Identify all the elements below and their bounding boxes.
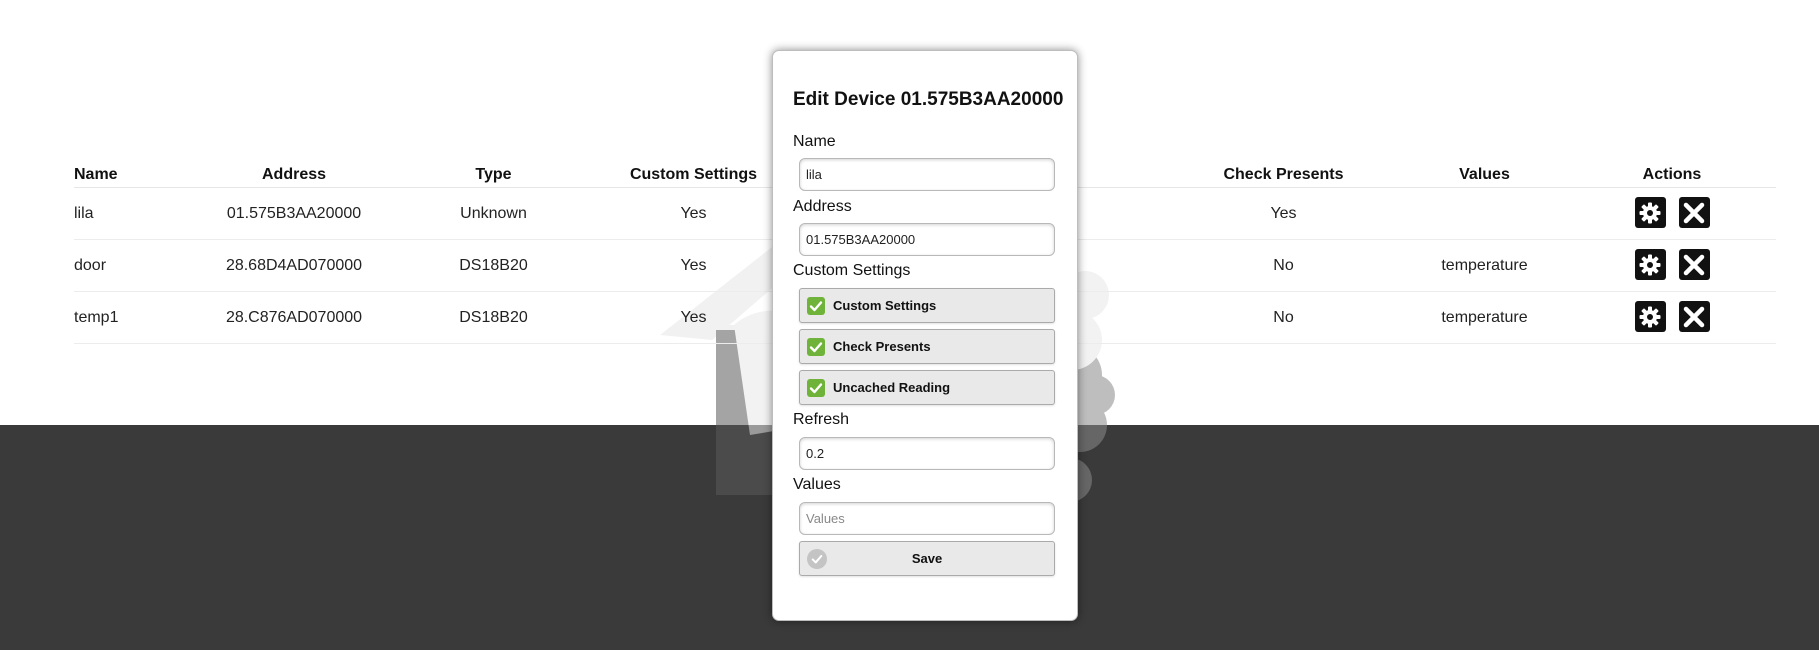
- cell-actions: [1568, 187, 1776, 240]
- uncached-reading-checkbox[interactable]: Uncached Reading: [799, 370, 1055, 405]
- edit-device-button[interactable]: [1634, 301, 1666, 333]
- close-icon: [1683, 306, 1705, 327]
- checkbox-checked-icon: [807, 296, 825, 315]
- save-button[interactable]: Save: [799, 541, 1055, 576]
- cell-type: DS18B20: [426, 239, 561, 292]
- check-presents-checkbox[interactable]: Check Presents: [799, 329, 1055, 364]
- edit-device-button[interactable]: [1634, 249, 1666, 281]
- gear-icon: [1639, 202, 1661, 224]
- delete-device-button[interactable]: [1678, 249, 1710, 281]
- header-type: Type: [426, 162, 561, 188]
- cell-check-presents: Yes: [1166, 187, 1401, 240]
- gear-icon: [1639, 306, 1661, 328]
- gear-icon: [1639, 254, 1661, 276]
- custom-settings-label: Custom Settings: [793, 262, 911, 279]
- checkbox-label: Uncached Reading: [833, 380, 951, 395]
- cell-actions: [1568, 239, 1776, 292]
- refresh-input[interactable]: [799, 437, 1055, 470]
- name-label: Name: [793, 133, 836, 150]
- header-check-presents: Check Presents: [1166, 162, 1401, 188]
- values-input[interactable]: [799, 502, 1055, 535]
- cell-values: [1401, 187, 1568, 240]
- address-input[interactable]: [799, 223, 1055, 256]
- cell-name: door: [74, 239, 162, 292]
- header-address: Address: [162, 162, 426, 188]
- refresh-label: Refresh: [793, 411, 850, 428]
- checkbox-checked-icon: [807, 337, 825, 356]
- checkbox-checked-icon: [807, 378, 825, 397]
- cell-address: 01.575B3AA20000: [162, 187, 426, 240]
- header-values: Values: [1401, 162, 1568, 188]
- header-actions: Actions: [1568, 162, 1776, 188]
- cell-name: lila: [74, 187, 162, 240]
- delete-device-button[interactable]: [1678, 301, 1710, 333]
- edit-device-dialog: Edit Device 01.575B3AA20000 Name Address…: [772, 50, 1078, 621]
- address-label: Address: [793, 198, 852, 215]
- values-label: Values: [793, 476, 841, 493]
- cell-actions: [1568, 291, 1776, 344]
- delete-device-button[interactable]: [1678, 197, 1710, 229]
- save-label: Save: [911, 551, 943, 566]
- close-icon: [1683, 202, 1705, 223]
- cell-check-presents: No: [1166, 291, 1401, 344]
- cell-check-presents: No: [1166, 239, 1401, 292]
- close-icon: [1683, 254, 1705, 275]
- cell-values: temperature: [1401, 291, 1568, 344]
- cell-address: 28.C876AD070000: [162, 291, 426, 344]
- check-circle-icon: [807, 549, 827, 569]
- edit-device-button[interactable]: [1634, 197, 1666, 229]
- cell-type: Unknown: [426, 187, 561, 240]
- header-name: Name: [74, 162, 162, 188]
- dialog-title: Edit Device 01.575B3AA20000: [793, 89, 1064, 110]
- cell-type: DS18B20: [426, 291, 561, 344]
- checkbox-label: Custom Settings: [833, 298, 937, 313]
- name-input[interactable]: [799, 158, 1055, 191]
- cell-name: temp1: [74, 291, 162, 344]
- checkbox-label: Check Presents: [833, 339, 931, 354]
- custom-settings-checkbox[interactable]: Custom Settings: [799, 288, 1055, 323]
- cell-address: 28.68D4AD070000: [162, 239, 426, 292]
- cell-values: temperature: [1401, 239, 1568, 292]
